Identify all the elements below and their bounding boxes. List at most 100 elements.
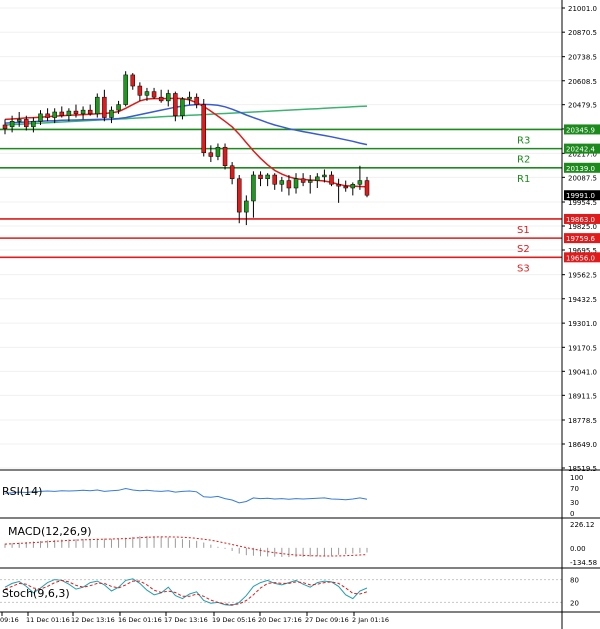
level-tag-label: 19759.6 bbox=[566, 235, 595, 243]
time-tick-label: 2 Jan 01:16 bbox=[352, 616, 389, 624]
price-tick-label: 19041.0 bbox=[568, 368, 597, 376]
price-tick-label: 19301.0 bbox=[568, 320, 597, 328]
time-tick-label: 19 Dec 05:16 bbox=[212, 616, 256, 624]
candle-body bbox=[329, 174, 334, 185]
candle-body bbox=[151, 91, 157, 98]
stoch-tick-label: 20 bbox=[570, 599, 579, 607]
candle-body bbox=[322, 174, 327, 178]
time-tick-label: 09:16 bbox=[0, 616, 19, 624]
candle-body bbox=[307, 180, 313, 183]
price-tick-label: 19825.0 bbox=[568, 223, 597, 231]
candle-body bbox=[158, 96, 164, 102]
candle-body bbox=[364, 180, 370, 196]
price-tick-label: 20087.5 bbox=[568, 174, 597, 182]
price-tick-label: 18649.0 bbox=[568, 441, 597, 449]
candle-body bbox=[279, 180, 285, 185]
level-name-s3: S3 bbox=[517, 263, 530, 274]
candle-body bbox=[194, 96, 199, 105]
candle-body bbox=[357, 180, 363, 185]
stoch-tick-label: 80 bbox=[570, 577, 579, 585]
candle-body bbox=[137, 85, 143, 96]
candle-body bbox=[201, 104, 206, 154]
price-tick-label: 20479.5 bbox=[568, 102, 597, 110]
time-tick-label: 16 Dec 01:16 bbox=[118, 616, 162, 624]
candle-body bbox=[102, 96, 107, 118]
time-tick-label: 17 Dec 13:16 bbox=[164, 616, 208, 624]
time-tick-label: 12 Dec 13:16 bbox=[71, 616, 115, 624]
level-tag-label: 19863.0 bbox=[566, 216, 595, 224]
macd-tick-label: 226.12 bbox=[570, 521, 595, 529]
price-tick-label: 19170.5 bbox=[568, 344, 597, 352]
level-tag-label: 20345.9 bbox=[566, 126, 595, 134]
candle-body bbox=[31, 121, 36, 128]
price-tick-label: 20608.5 bbox=[568, 78, 597, 86]
candle-body bbox=[251, 174, 256, 202]
candle-body bbox=[80, 109, 86, 115]
macd-tick-label: -134.58 bbox=[570, 559, 597, 567]
candle-body bbox=[116, 104, 121, 111]
candle-body bbox=[52, 111, 57, 118]
price-tick-label: 20870.5 bbox=[568, 29, 597, 37]
candle-body bbox=[229, 165, 235, 179]
candle-body bbox=[208, 152, 214, 157]
candle-body bbox=[109, 109, 114, 118]
candle-body bbox=[166, 93, 171, 102]
rsi-tick-label: 30 bbox=[570, 499, 579, 507]
rsi-label: RSI(14) bbox=[2, 485, 42, 498]
candle-body bbox=[87, 109, 93, 115]
candle-body bbox=[73, 110, 79, 115]
price-tick-label: 19432.5 bbox=[568, 296, 597, 304]
candle-body bbox=[265, 174, 270, 179]
rsi-tick-label: 0 bbox=[570, 510, 574, 518]
price-tick-label: 18911.5 bbox=[568, 392, 597, 400]
candle-body bbox=[215, 146, 221, 157]
candle-body bbox=[315, 176, 320, 181]
candle-body bbox=[59, 111, 65, 116]
candle-body bbox=[123, 74, 128, 105]
macd-label: MACD(12,26,9) bbox=[8, 525, 92, 538]
current-price-label: 19991.0 bbox=[566, 192, 595, 200]
candle-body bbox=[180, 98, 185, 116]
candle-body bbox=[66, 110, 72, 116]
candle-body bbox=[16, 119, 22, 122]
candle-body bbox=[187, 96, 192, 100]
candle-body bbox=[336, 184, 341, 187]
candle-body bbox=[130, 74, 136, 87]
candle-body bbox=[286, 180, 292, 189]
candle-body bbox=[222, 146, 228, 167]
price-tick-label: 19562.5 bbox=[568, 272, 597, 280]
candle-body bbox=[173, 93, 178, 116]
time-tick-label: 27 Dec 09:16 bbox=[305, 616, 349, 624]
stoch-label: Stoch(9,6,3) bbox=[2, 587, 70, 600]
candle-body bbox=[95, 96, 100, 115]
candle-body bbox=[38, 113, 43, 122]
price-tick-label: 21001.0 bbox=[568, 5, 597, 13]
price-tick-label: 18519.5 bbox=[568, 465, 597, 473]
macd-tick-label: 0.00 bbox=[570, 545, 586, 553]
candle-body bbox=[9, 121, 15, 128]
chart: R3 R2 R1 S1 S2 S3 21001.0 20870.5 20738.5 20608.… bbox=[0, 0, 600, 629]
rsi-tick-label: 100 bbox=[570, 474, 583, 482]
candle-body bbox=[343, 185, 348, 189]
level-name-s1: S1 bbox=[517, 225, 530, 236]
candle-body bbox=[2, 124, 8, 129]
time-tick-label: 11 Dec 01:16 bbox=[26, 616, 70, 624]
price-tick-label: 18778.5 bbox=[568, 417, 597, 425]
candle-body bbox=[144, 91, 150, 96]
price-tick-label: 20738.5 bbox=[568, 54, 597, 62]
candle-body bbox=[24, 119, 29, 128]
candle-body bbox=[300, 178, 306, 183]
level-tag-label: 20242.4 bbox=[566, 146, 595, 154]
candle-body bbox=[45, 113, 50, 118]
rsi-tick-label: 70 bbox=[570, 485, 579, 493]
candle-body bbox=[236, 178, 242, 213]
candle-body bbox=[293, 178, 299, 189]
level-tags: 20345.9 20242.4 20139.0 19863.0 19759.6 19656… bbox=[564, 124, 600, 263]
candle-body bbox=[350, 184, 356, 189]
level-name-r2: R2 bbox=[517, 155, 530, 166]
candle-body bbox=[244, 200, 249, 213]
level-name-r3: R3 bbox=[517, 135, 530, 146]
level-name-r1: R1 bbox=[517, 174, 530, 185]
level-name-s2: S2 bbox=[517, 244, 530, 255]
time-tick-label: 20 Dec 17:16 bbox=[258, 616, 302, 624]
